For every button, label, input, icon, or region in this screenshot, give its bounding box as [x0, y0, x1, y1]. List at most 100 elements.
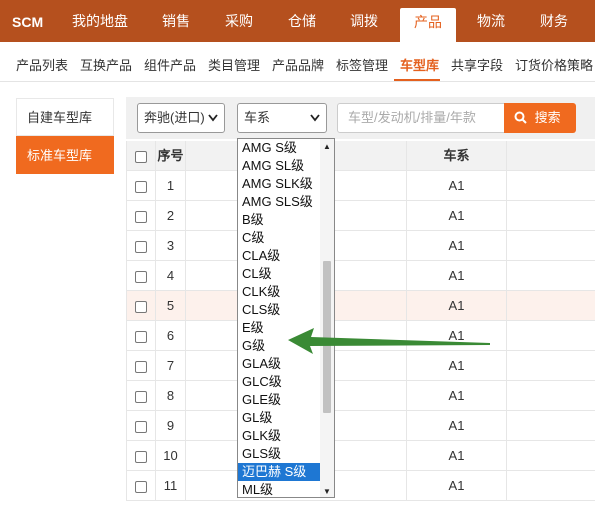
subnav-shared-fields[interactable]: 共享字段	[451, 55, 503, 74]
header-blank-2	[507, 141, 595, 171]
row-checkbox[interactable]	[135, 300, 147, 313]
row-checkbox[interactable]	[135, 390, 147, 403]
search-icon	[514, 111, 527, 124]
nav-item-sales[interactable]: 销售	[162, 0, 190, 42]
nav-item-product[interactable]: 产品	[400, 8, 456, 42]
row-blank-2	[507, 351, 595, 381]
menu-custom-library[interactable]: 自建车型库	[16, 98, 114, 136]
row-checkbox[interactable]	[135, 420, 147, 433]
row-checkbox-cell	[127, 201, 156, 231]
scroll-down-icon[interactable]: ▼	[323, 487, 331, 496]
row-checkbox[interactable]	[135, 270, 147, 283]
header-series: 车系	[407, 141, 507, 171]
select-all-checkbox[interactable]	[135, 150, 147, 163]
table-header: 序号 车系	[126, 141, 595, 171]
table-row[interactable]: 1 A1	[126, 171, 595, 201]
row-blank-2	[507, 381, 595, 411]
search-button[interactable]: 搜索	[504, 103, 576, 133]
row-blank-2	[507, 261, 595, 291]
row-checkbox-cell	[127, 381, 156, 411]
subnav-product-list[interactable]: 产品列表	[16, 55, 68, 74]
row-series: A1	[407, 381, 507, 411]
row-series: A1	[407, 261, 507, 291]
row-blank-2	[507, 411, 595, 441]
row-checkbox-cell	[127, 411, 156, 441]
row-blank-2	[507, 231, 595, 261]
select-all-cell	[127, 141, 156, 171]
row-blank-2	[507, 171, 595, 201]
arrow-left-icon	[288, 328, 490, 354]
top-nav: SCM 我的地盘 销售 采购 仓储 调拨 产品 物流 财务	[0, 0, 595, 42]
table-row[interactable]: 3 A1	[126, 231, 595, 261]
row-series: A1	[407, 231, 507, 261]
row-checkbox-cell	[127, 471, 156, 501]
row-checkbox[interactable]	[135, 360, 147, 373]
vehicle-table: 序号 车系 1 A1 2 A1 3 A1 4 A1 5 A1 6 A1 7 A1 8 A1 9 A1 10 A1 11 A…	[126, 141, 595, 501]
row-blank-2	[507, 201, 595, 231]
table-row[interactable]: 4 A1	[126, 261, 595, 291]
row-blank-2	[507, 441, 595, 471]
brand-select[interactable]: 奔驰(进口)	[137, 103, 225, 133]
row-checkbox-cell	[127, 231, 156, 261]
row-no: 11	[156, 471, 186, 501]
series-select[interactable]: 车系	[237, 103, 327, 133]
left-menu: 自建车型库 标准车型库	[16, 98, 114, 174]
menu-standard-library[interactable]: 标准车型库	[16, 136, 114, 174]
row-series: A1	[407, 471, 507, 501]
row-no: 8	[156, 381, 186, 411]
nav-item-home[interactable]: 我的地盘	[72, 0, 128, 42]
row-no: 7	[156, 351, 186, 381]
row-no: 5	[156, 291, 186, 321]
table-row[interactable]: 5 A1	[126, 291, 595, 321]
table-row[interactable]: 8 A1	[126, 381, 595, 411]
row-checkbox-cell	[127, 291, 156, 321]
row-checkbox[interactable]	[135, 480, 147, 493]
row-blank-2	[507, 321, 595, 351]
brand-select-value: 奔驰(进口)	[144, 110, 205, 125]
nav-item-warehouse[interactable]: 仓储	[288, 0, 316, 42]
scroll-up-icon[interactable]: ▲	[323, 142, 331, 151]
subnav-component[interactable]: 组件产品	[144, 55, 196, 74]
row-series: A1	[407, 411, 507, 441]
row-checkbox[interactable]	[135, 210, 147, 223]
search-input[interactable]: 车型/发动机/排量/年款	[337, 103, 507, 133]
row-no: 6	[156, 321, 186, 351]
dropdown-scrollbar[interactable]: ▲ ▼	[320, 139, 334, 497]
subnav-category[interactable]: 类目管理	[208, 55, 260, 74]
series-select-value: 车系	[244, 110, 271, 125]
row-series: A1	[407, 441, 507, 471]
subnav-tags[interactable]: 标签管理	[336, 55, 388, 74]
subnav-active-indicator	[394, 79, 440, 81]
subnav-order-price[interactable]: 订货价格策略	[515, 55, 593, 74]
nav-item-transfer[interactable]: 调拨	[350, 0, 378, 42]
row-series: A1	[407, 201, 507, 231]
subnav-interchange[interactable]: 互换产品	[80, 55, 132, 74]
nav-item-finance[interactable]: 财务	[540, 0, 568, 42]
table-row[interactable]: 2 A1	[126, 201, 595, 231]
row-checkbox[interactable]	[135, 450, 147, 463]
app-logo: SCM	[12, 14, 44, 30]
table-row[interactable]: 9 A1	[126, 411, 595, 441]
nav-item-purchase[interactable]: 采购	[225, 0, 253, 42]
subnav-brand[interactable]: 产品品牌	[272, 55, 324, 74]
chevron-down-icon	[208, 104, 218, 144]
row-checkbox[interactable]	[135, 240, 147, 253]
row-no: 1	[156, 171, 186, 201]
row-checkbox-cell	[127, 351, 156, 381]
table-row[interactable]: 11 A1	[126, 471, 595, 501]
row-checkbox[interactable]	[135, 330, 147, 343]
header-no: 序号	[156, 141, 186, 171]
row-checkbox[interactable]	[135, 180, 147, 193]
filter-bar: 奔驰(进口) 车系 车型/发动机/排量/年款 搜索	[126, 97, 595, 139]
row-checkbox-cell	[127, 321, 156, 351]
series-dropdown-list[interactable]: AMG S级 AMG SL级 AMG SLK级 AMG SLS级 B级 C级 CLA级 CL级…	[237, 138, 335, 498]
row-no: 10	[156, 441, 186, 471]
subnav-vehicle-library[interactable]: 车型库	[400, 55, 439, 74]
nav-item-logistics[interactable]: 物流	[477, 0, 505, 42]
row-no: 2	[156, 201, 186, 231]
row-series: A1	[407, 171, 507, 201]
table-row[interactable]: 10 A1	[126, 441, 595, 471]
row-checkbox-cell	[127, 441, 156, 471]
search-button-label: 搜索	[534, 110, 561, 125]
sub-nav: 产品列表 互换产品 组件产品 类目管理 产品品牌 标签管理 车型库 共享字段 订…	[0, 42, 595, 82]
